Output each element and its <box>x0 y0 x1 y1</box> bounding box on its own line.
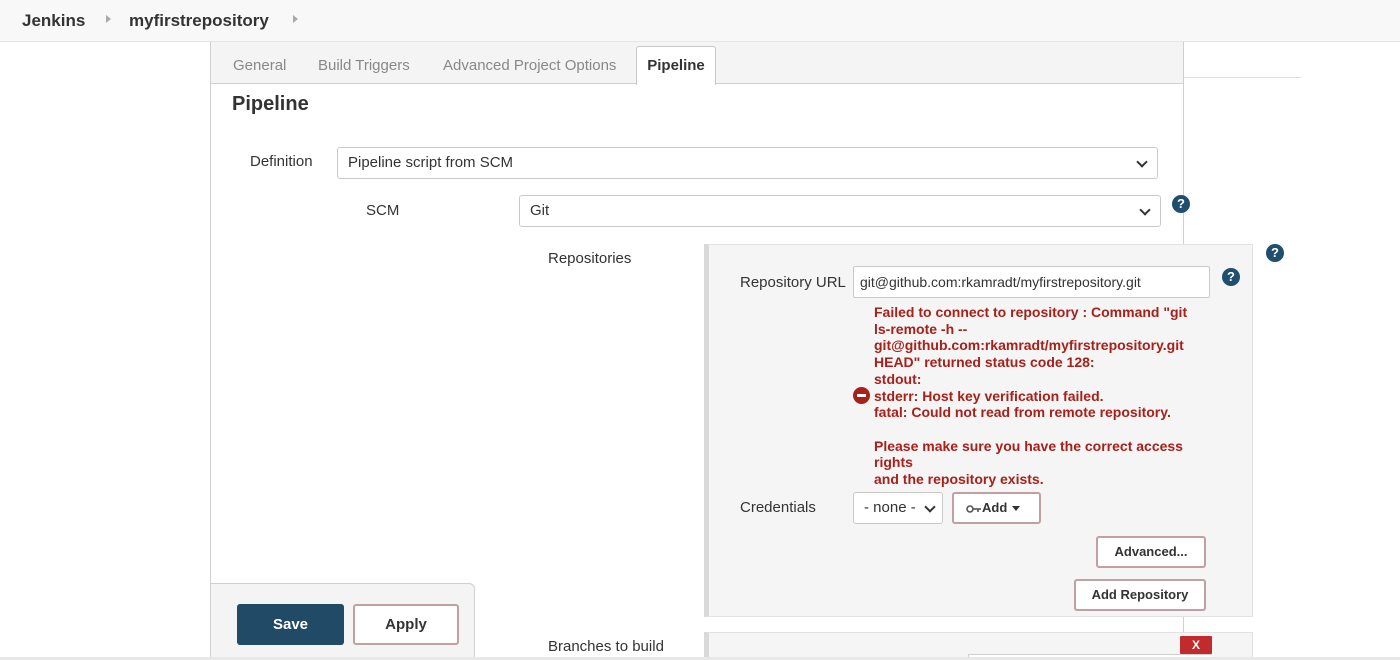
error-message: Failed to connect to repository : Comman… <box>874 304 1188 488</box>
tab-general[interactable]: General <box>233 57 286 74</box>
add-repository-button[interactable]: Add Repository <box>1074 579 1206 611</box>
help-icon[interactable]: ? <box>1222 268 1240 286</box>
caret-down-icon <box>1012 506 1021 512</box>
section-title: Pipeline <box>232 93 309 115</box>
branches-label: Branches to build <box>548 638 664 655</box>
scm-select-value: Git <box>530 202 550 219</box>
help-icon[interactable]: ? <box>1172 195 1190 213</box>
tab-advanced-project-options[interactable]: Advanced Project Options <box>443 57 616 74</box>
chevron-down-icon <box>1136 156 1148 168</box>
credentials-select[interactable]: - none - <box>853 492 943 524</box>
breadcrumb-separator-icon <box>293 15 298 23</box>
add-label: Add <box>982 500 1008 515</box>
error-icon <box>853 387 870 404</box>
breadcrumb-separator-icon <box>106 15 111 23</box>
scm-select[interactable]: Git <box>519 195 1161 227</box>
divider <box>1184 77 1301 78</box>
apply-button[interactable]: Apply <box>353 604 459 645</box>
tab-pipeline[interactable]: Pipeline <box>636 46 716 85</box>
add-credentials-button[interactable]: Add <box>952 492 1041 524</box>
panel-border-left <box>210 42 211 660</box>
save-button[interactable]: Save <box>237 604 344 645</box>
repository-url-label: Repository URL <box>740 274 846 291</box>
chevron-down-icon <box>924 501 936 513</box>
help-icon[interactable]: ? <box>1266 244 1284 262</box>
remove-branch-button[interactable]: X <box>1180 636 1212 654</box>
advanced-button[interactable]: Advanced... <box>1096 536 1206 568</box>
breadcrumb-jenkins[interactable]: Jenkins <box>22 11 85 31</box>
scm-label: SCM <box>366 202 400 219</box>
tab-build-triggers[interactable]: Build Triggers <box>318 57 410 74</box>
definition-select[interactable]: Pipeline script from SCM <box>337 147 1158 179</box>
definition-select-value: Pipeline script from SCM <box>348 154 514 171</box>
breadcrumb-myfirstrepository[interactable]: myfirstrepository <box>129 11 269 31</box>
chevron-down-icon <box>1139 204 1151 216</box>
key-icon <box>966 504 981 513</box>
repositories-label: Repositories <box>548 250 632 267</box>
repository-url-input[interactable] <box>853 266 1210 298</box>
definition-label: Definition <box>250 153 313 170</box>
credentials-select-value: - none - <box>864 499 916 516</box>
credentials-label: Credentials <box>740 499 816 516</box>
